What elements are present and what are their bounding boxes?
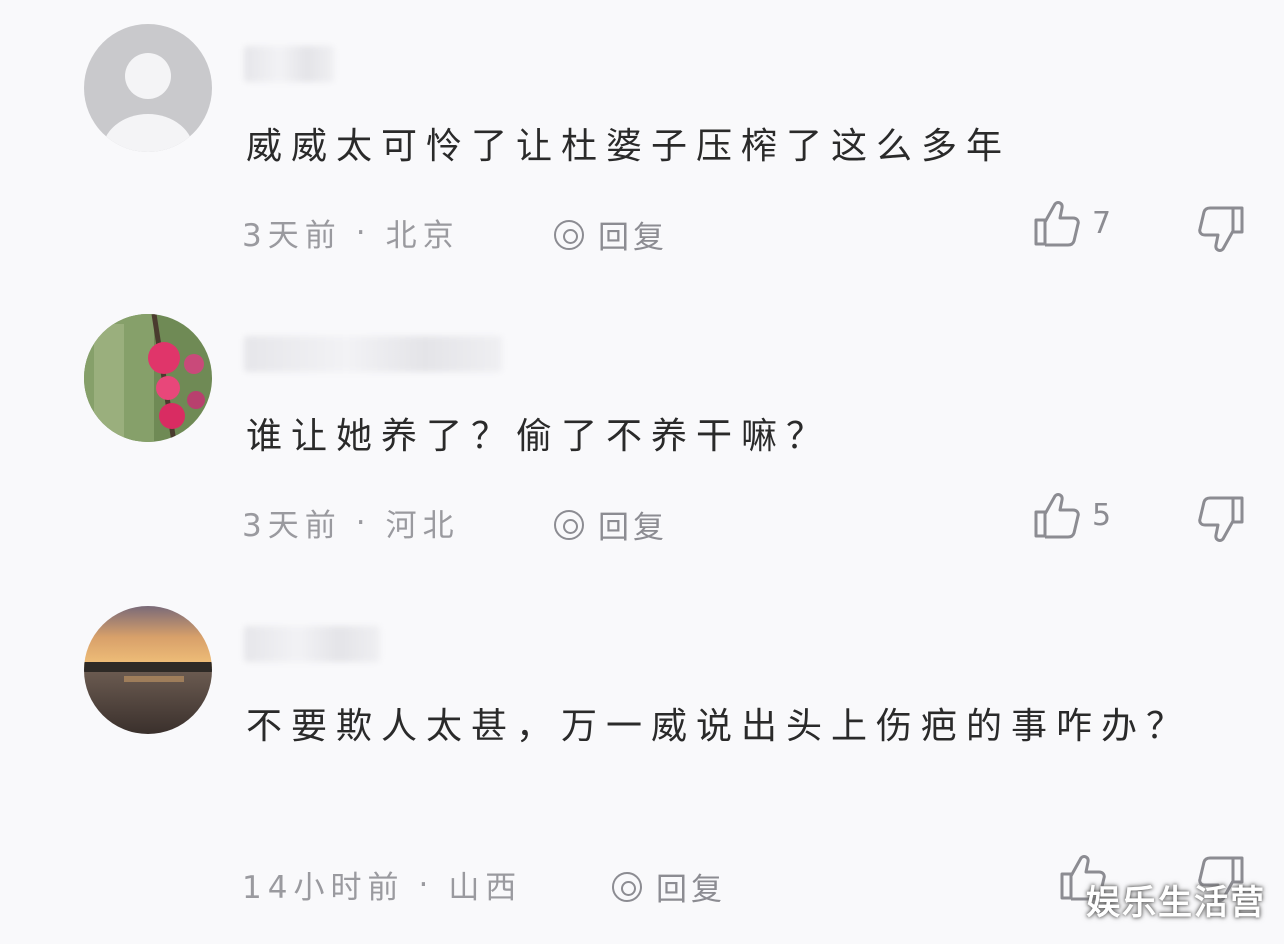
reply-label: 回复 [598,510,668,546]
thumbs-down-icon [1198,496,1244,542]
default-person-icon [84,24,212,152]
comment-location: 山西 [448,870,523,906]
watermark: 娱乐生活营 [1086,883,1266,923]
separator: · [355,504,372,541]
thumbs-up-icon [1034,201,1080,247]
reply-button[interactable]: 回复 [554,502,668,547]
comment-text: 谁让她养了？偷了不养干嘛？ [246,416,832,457]
username-blurred[interactable] [244,626,380,662]
comment-time: 3天前 [242,218,342,254]
pink-flower-photo [84,314,212,442]
username-blurred[interactable] [244,336,502,372]
reply-label: 回复 [598,220,668,256]
reply-button[interactable]: 回复 [554,212,668,257]
thumbs-up-icon [1034,493,1080,539]
comment-location: 河北 [385,508,460,544]
sunset-lake-photo [84,606,212,734]
comment-location: 北京 [385,218,460,254]
avatar[interactable] [84,314,212,442]
reply-button[interactable]: 回复 [612,864,726,909]
reply-icon [612,871,642,902]
reply-icon [554,219,584,250]
dislike-button[interactable] [1198,204,1246,258]
avatar[interactable] [84,24,212,152]
comment-meta: 3天前 · 北京 [242,210,460,255]
comment-text: 不要欺人太甚，万一威说出头上伤疤的事咋办？ [246,706,1192,747]
comment-time: 14小时前 [242,870,405,906]
reply-label: 回复 [656,872,726,908]
separator: · [418,866,435,903]
reply-icon [554,509,584,540]
separator: · [355,214,372,251]
avatar[interactable] [84,606,212,734]
username-blurred[interactable] [244,46,334,82]
thumbs-down-icon [1198,206,1244,252]
comment-time: 3天前 [242,508,342,544]
comment-meta: 14小时前 · 山西 [242,862,522,907]
like-count: 7 [1092,205,1112,241]
dislike-button[interactable] [1198,494,1246,548]
comment-meta: 3天前 · 河北 [242,500,460,545]
like-button[interactable]: 7 [1032,198,1111,248]
like-count: 5 [1092,497,1112,533]
comment-text: 威威太可怜了让杜婆子压榨了这么多年 [246,126,1012,167]
like-button[interactable]: 5 [1032,490,1111,540]
